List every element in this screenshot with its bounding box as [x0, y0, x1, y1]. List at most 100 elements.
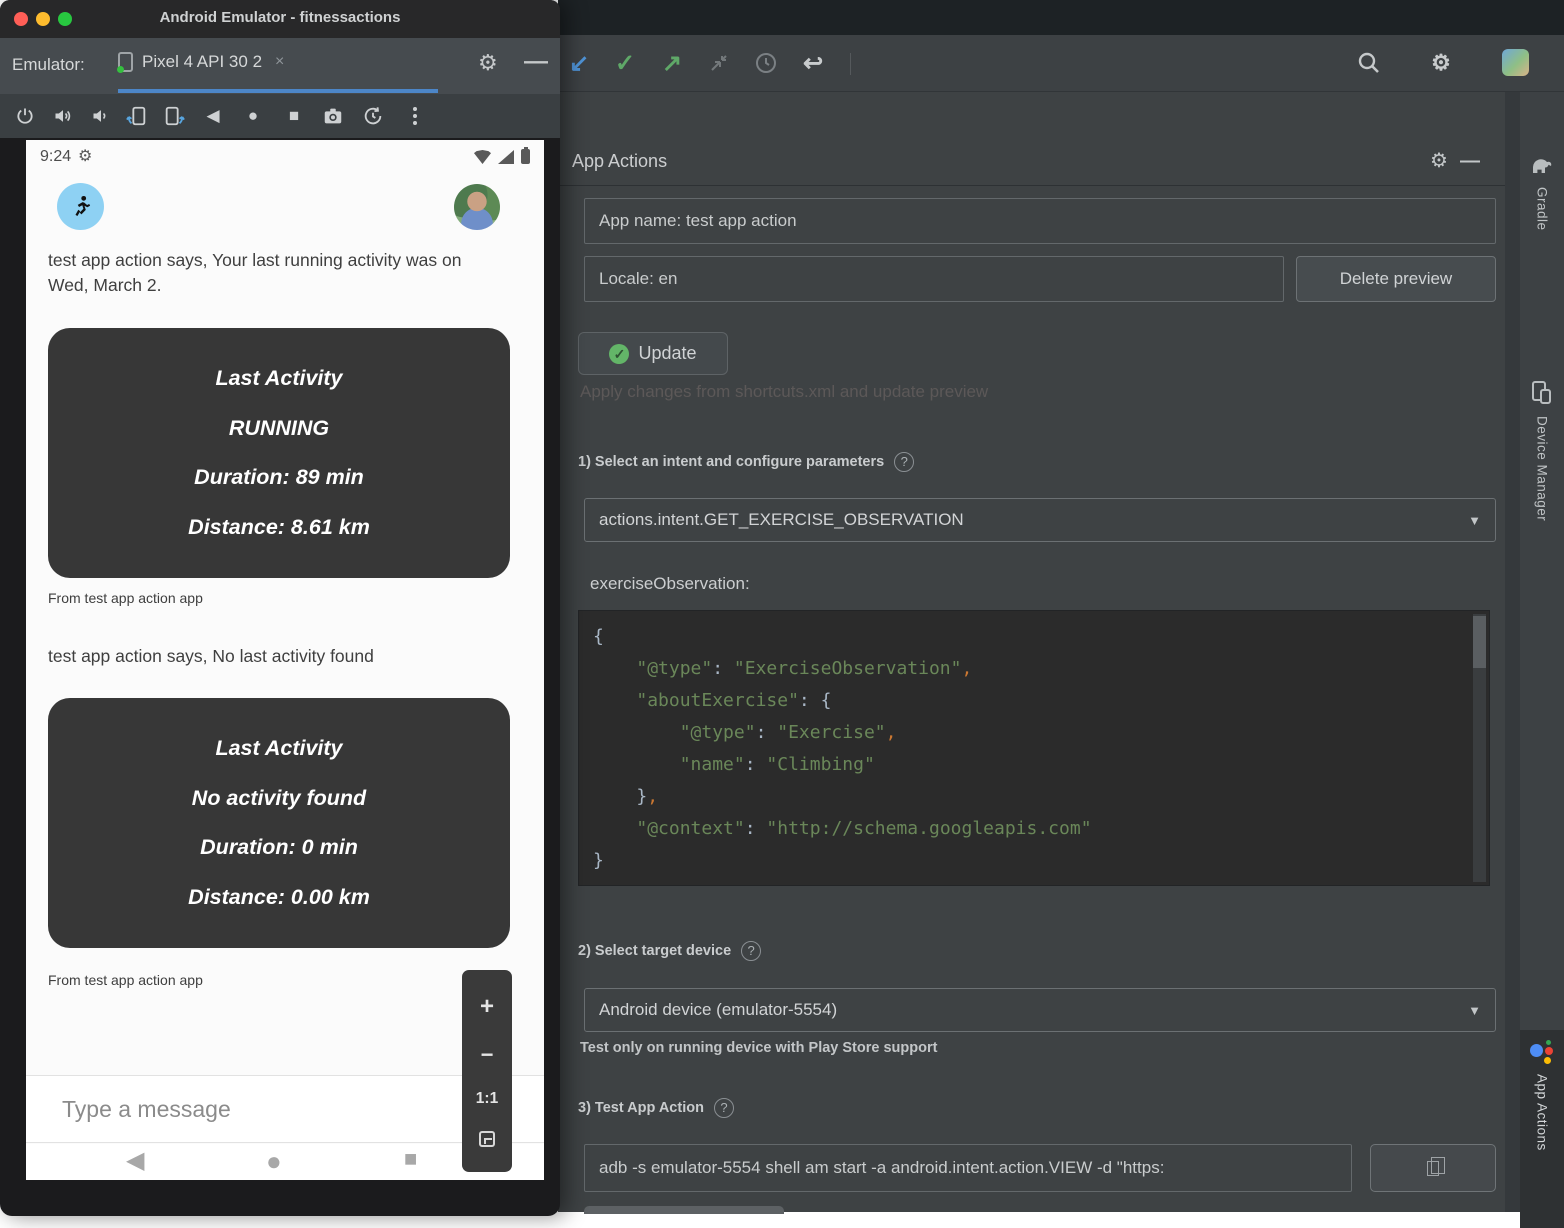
- copy-command-button[interactable]: [1370, 1144, 1496, 1192]
- overview-icon[interactable]: ■: [281, 103, 307, 129]
- emulator-window: Android Emulator - fitnessactions Emulat…: [0, 0, 560, 1216]
- device-hint-text: Test only on running device with Play St…: [580, 1040, 937, 1056]
- battery-icon: [521, 149, 530, 164]
- camera-icon[interactable]: [320, 103, 346, 129]
- card-distance: Distance: 8.61 km: [48, 515, 510, 540]
- update-button-label: Update: [638, 333, 696, 374]
- volume-down-icon[interactable]: [88, 103, 114, 129]
- phone-home-button[interactable]: ●: [266, 1146, 282, 1177]
- signal-icon: [498, 150, 514, 164]
- parameter-label: exerciseObservation:: [590, 574, 750, 594]
- rotate-left-icon[interactable]: [124, 103, 150, 129]
- update-ghost-hint: Apply changes from shortcuts.xml and upd…: [580, 382, 1300, 402]
- tool-tab-app-actions-label: App Actions: [1535, 1074, 1550, 1151]
- more-options-icon[interactable]: [402, 103, 428, 129]
- studio-main-toolbar: ↙ ✓ ↗ ↩ ⚙: [558, 35, 1564, 92]
- code-scrollbar-track[interactable]: [1473, 614, 1486, 882]
- wifi-icon: [474, 150, 491, 164]
- emulator-titlebar[interactable]: Android Emulator - fitnessactions: [0, 0, 560, 38]
- assistant-icon: [1529, 1038, 1555, 1064]
- rollback-icon[interactable]: ↩: [798, 48, 828, 78]
- help-icon[interactable]: ?: [894, 452, 914, 472]
- vcs-commit-icon[interactable]: ✓: [610, 48, 640, 78]
- zoom-out-button[interactable]: −: [481, 1044, 494, 1066]
- tab-label: Pixel 4 API 30 2: [142, 52, 262, 72]
- close-icon[interactable]: ×: [271, 53, 284, 71]
- gradle-elephant-icon: [1530, 155, 1554, 177]
- chevron-down-icon: ▼: [1468, 989, 1481, 1033]
- power-icon[interactable]: [12, 103, 38, 129]
- runner-icon: [68, 194, 94, 220]
- last-activity-card: Last Activity RUNNING Duration: 89 min D…: [48, 328, 510, 578]
- studio-titlebar-strip: [558, 0, 1564, 35]
- emulator-settings-gear-icon[interactable]: ⚙: [478, 50, 498, 76]
- phone-overview-button[interactable]: ■: [404, 1146, 417, 1172]
- phone-screen: 9:24 ⚙ test app action says, Your last r…: [26, 140, 544, 1180]
- chat-message: test app action says, No last activity f…: [48, 644, 478, 669]
- rotate-right-icon[interactable]: [161, 103, 187, 129]
- panel-gutter: [1505, 92, 1520, 1212]
- emulator-minimize-icon[interactable]: —: [524, 48, 548, 76]
- volume-up-icon[interactable]: [50, 103, 76, 129]
- active-tab-underline: [118, 89, 438, 93]
- tool-tab-device-manager[interactable]: Device Manager: [1520, 372, 1564, 529]
- tab-pixel-4-api-30-2[interactable]: Pixel 4 API 30 2 ×: [118, 52, 284, 72]
- section-2-text: 2) Select target device: [578, 943, 731, 959]
- json-code: { "@type": "ExerciseObservation", "about…: [593, 621, 1489, 877]
- settings-gear-icon[interactable]: ⚙: [1426, 48, 1456, 78]
- update-button[interactable]: ✓ Update: [578, 332, 728, 375]
- target-device-dropdown[interactable]: Android device (emulator-5554) ▼: [584, 988, 1496, 1032]
- help-icon[interactable]: ?: [714, 1098, 734, 1118]
- emulator-zoom-controls: + − 1:1: [462, 970, 512, 1172]
- card-title: Last Activity: [48, 736, 510, 761]
- intent-dropdown-value: actions.intent.GET_EXERCISE_OBSERVATION: [599, 510, 964, 529]
- update-check-icon: ✓: [609, 344, 629, 364]
- code-scrollbar-thumb[interactable]: [1473, 616, 1486, 668]
- snapshots-icon[interactable]: [360, 103, 386, 129]
- user-avatar[interactable]: [1502, 49, 1529, 76]
- compose-placeholder: Type a message: [62, 1096, 231, 1123]
- vcs-update-icon[interactable]: ↙: [564, 48, 594, 78]
- target-device-value: Android device (emulator-5554): [599, 1000, 837, 1019]
- vcs-merge-icon: [704, 48, 734, 78]
- delete-preview-button[interactable]: Delete preview: [1296, 256, 1496, 302]
- section-1-label: 1) Select an intent and configure parame…: [578, 452, 914, 472]
- back-icon[interactable]: ◀: [200, 103, 226, 129]
- emulator-label: Emulator:: [12, 55, 85, 75]
- chevron-down-icon: ▼: [1468, 499, 1481, 543]
- copy-icon: [1427, 1161, 1439, 1176]
- home-icon[interactable]: ●: [240, 103, 266, 129]
- zoom-reset-button[interactable]: 1:1: [476, 1091, 498, 1107]
- assistant-runner-avatar: [57, 183, 104, 230]
- card-distance: Distance: 0.00 km: [48, 885, 510, 910]
- zoom-fit-button[interactable]: [479, 1131, 495, 1147]
- card-duration: Duration: 0 min: [48, 835, 510, 860]
- tool-tab-gradle-label: Gradle: [1535, 187, 1550, 231]
- zoom-in-button[interactable]: +: [480, 995, 494, 1019]
- device-phone-icon: [118, 52, 133, 72]
- window-title: Android Emulator - fitnessactions: [0, 9, 560, 26]
- tool-tab-gradle[interactable]: Gradle: [1520, 147, 1564, 239]
- help-icon[interactable]: ?: [741, 941, 761, 961]
- status-time: 9:24: [40, 148, 71, 166]
- phone-back-button[interactable]: ◀: [126, 1146, 144, 1175]
- tool-tab-device-manager-label: Device Manager: [1535, 416, 1550, 521]
- app-name-input[interactable]: App name: test app action: [584, 198, 1496, 244]
- history-clock-icon: [751, 48, 781, 78]
- intent-dropdown[interactable]: actions.intent.GET_EXERCISE_OBSERVATION …: [584, 498, 1496, 542]
- exercise-observation-code-editor[interactable]: { "@type": "ExerciseObservation", "about…: [578, 610, 1490, 886]
- vcs-push-icon[interactable]: ↗: [657, 48, 687, 78]
- user-photo-avatar: [454, 184, 500, 230]
- locale-input[interactable]: Locale: en: [584, 256, 1284, 302]
- tool-tab-app-actions[interactable]: App Actions: [1520, 1030, 1564, 1228]
- panel-gear-icon[interactable]: ⚙: [1430, 148, 1448, 173]
- adb-command-input[interactable]: adb -s emulator-5554 shell am start -a a…: [584, 1144, 1352, 1192]
- run-app-action-button-partial[interactable]: [584, 1206, 784, 1214]
- device-manager-icon: [1530, 380, 1554, 406]
- panel-minimize-icon[interactable]: —: [1460, 150, 1476, 170]
- search-icon[interactable]: [1354, 48, 1384, 78]
- from-app-caption: From test app action app: [48, 590, 203, 606]
- card-duration: Duration: 89 min: [48, 465, 510, 490]
- section-3-text: 3) Test App Action: [578, 1100, 704, 1116]
- status-gear-icon: ⚙: [78, 146, 92, 166]
